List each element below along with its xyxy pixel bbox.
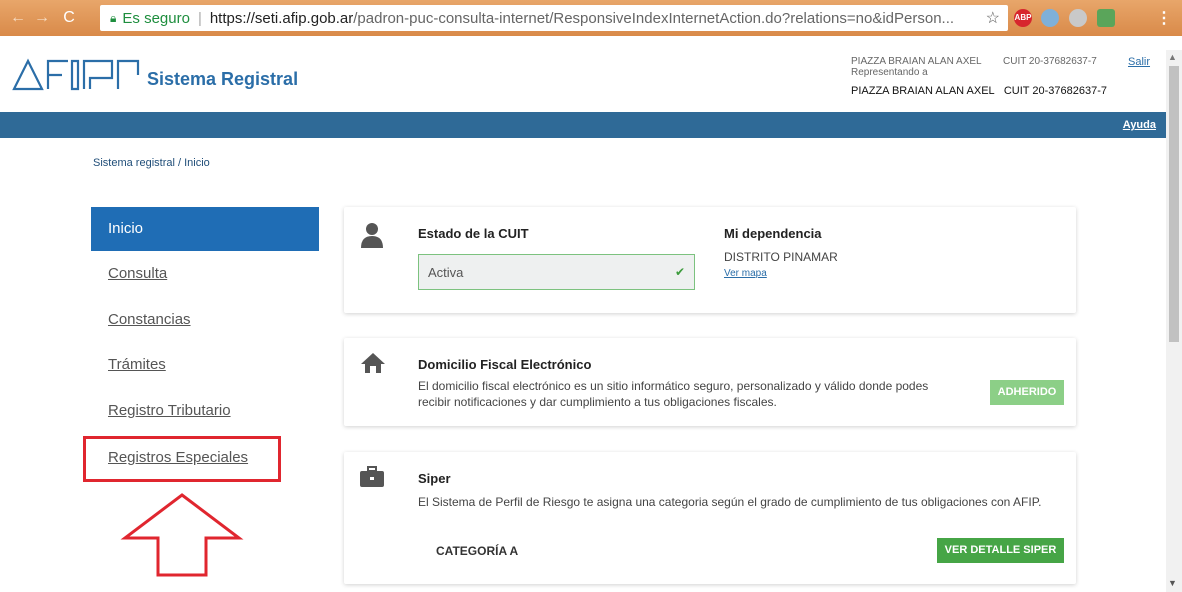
scroll-down-icon[interactable]: ▼ xyxy=(1168,578,1177,588)
view-siper-detail-button[interactable]: VER DETALLE SIPER xyxy=(937,538,1064,563)
user-name: PIAZZA BRAIAN ALAN AXEL xyxy=(851,56,982,67)
site-title: Sistema Registral xyxy=(147,69,299,89)
dependency-name: DISTRITO PINAMAR xyxy=(724,250,838,264)
browser-menu-icon[interactable]: ⋮ xyxy=(1156,8,1172,28)
highlight-box xyxy=(83,436,281,482)
sidebar-item-registro-tributario[interactable]: Registro Tributario xyxy=(108,402,231,419)
adblock-icon[interactable]: ABP xyxy=(1014,9,1032,27)
check-icon: ✔ xyxy=(675,265,686,279)
secure-label: Es seguro xyxy=(122,9,190,27)
siper-title: Siper xyxy=(418,471,451,486)
cuit-status-field: Activa xyxy=(418,254,695,290)
back-icon[interactable]: ← xyxy=(10,9,26,27)
url-path: /padron-puc-consulta-internet/Responsive… xyxy=(353,9,955,27)
view-map-link[interactable]: Ver mapa xyxy=(724,268,767,279)
siper-category: CATEGORÍA A xyxy=(436,544,519,558)
siper-card xyxy=(344,452,1076,584)
help-link[interactable]: Ayuda xyxy=(1123,119,1156,131)
dependency-title: Mi dependencia xyxy=(724,226,822,241)
divider: | xyxy=(197,9,202,27)
sidebar-item-consulta[interactable]: Consulta xyxy=(108,265,167,282)
lock-icon: 🔒︎ xyxy=(110,10,117,25)
site-header: Sistema Registral PIAZZA BRAIAN ALAN AXE… xyxy=(0,36,1166,112)
scroll-up-icon[interactable]: ▲ xyxy=(1168,52,1177,62)
forward-icon[interactable]: → xyxy=(34,9,50,27)
representing-label: Representando a xyxy=(851,67,928,78)
sidebar-item-tramites[interactable]: Trámites xyxy=(108,356,166,373)
extension-icon[interactable] xyxy=(1041,9,1059,27)
home-icon xyxy=(361,353,385,373)
extension-icon[interactable] xyxy=(1069,9,1087,27)
user-icon xyxy=(361,223,383,248)
cuit-status-title: Estado de la CUIT xyxy=(418,226,529,241)
url-host: https://seti.afip.gob.ar xyxy=(209,9,354,27)
browser-toolbar: ← → C 🔒︎ Es seguro | https://seti.afip.g… xyxy=(0,0,1182,36)
breadcrumb[interactable]: Sistema registral / Inicio xyxy=(93,157,210,169)
briefcase-icon xyxy=(360,466,384,487)
scrollbar-thumb[interactable] xyxy=(1169,66,1179,342)
sidebar-item-constancias[interactable]: Constancias xyxy=(108,311,191,328)
afip-logo[interactable] xyxy=(12,58,140,92)
fiscal-domicile-title: Domicilio Fiscal Electrónico xyxy=(418,357,592,372)
represented-entity: PIAZZA BRAIAN ALAN AXEL CUIT 20-37682637… xyxy=(851,85,1107,97)
status-badge: ADHERIDO xyxy=(990,380,1064,405)
top-navbar: Ayuda xyxy=(0,112,1166,138)
represented-cuit: CUIT 20-37682637-7 xyxy=(1003,85,1107,97)
sidebar-item-inicio[interactable]: Inicio xyxy=(91,207,319,251)
reload-icon[interactable]: C xyxy=(62,9,76,27)
siper-text: El Sistema de Perfil de Riesgo te asigna… xyxy=(418,495,1042,509)
represented-name: PIAZZA BRAIAN ALAN AXEL xyxy=(851,85,995,97)
bookmark-star-icon[interactable]: ☆ xyxy=(986,8,1000,28)
fiscal-domicile-text: El domicilio fiscal electrónico es un si… xyxy=(418,379,929,409)
address-bar[interactable]: 🔒︎ Es seguro | https://seti.afip.gob.ar /… xyxy=(100,5,1008,31)
arrow-up-icon xyxy=(120,493,244,577)
logout-link[interactable]: Salir xyxy=(1128,56,1150,68)
user-cuit: CUIT 20-37682637-7 xyxy=(1003,56,1097,67)
extension-icon[interactable] xyxy=(1097,9,1115,27)
user-info: PIAZZA BRAIAN ALAN AXEL Representando a xyxy=(851,56,982,78)
